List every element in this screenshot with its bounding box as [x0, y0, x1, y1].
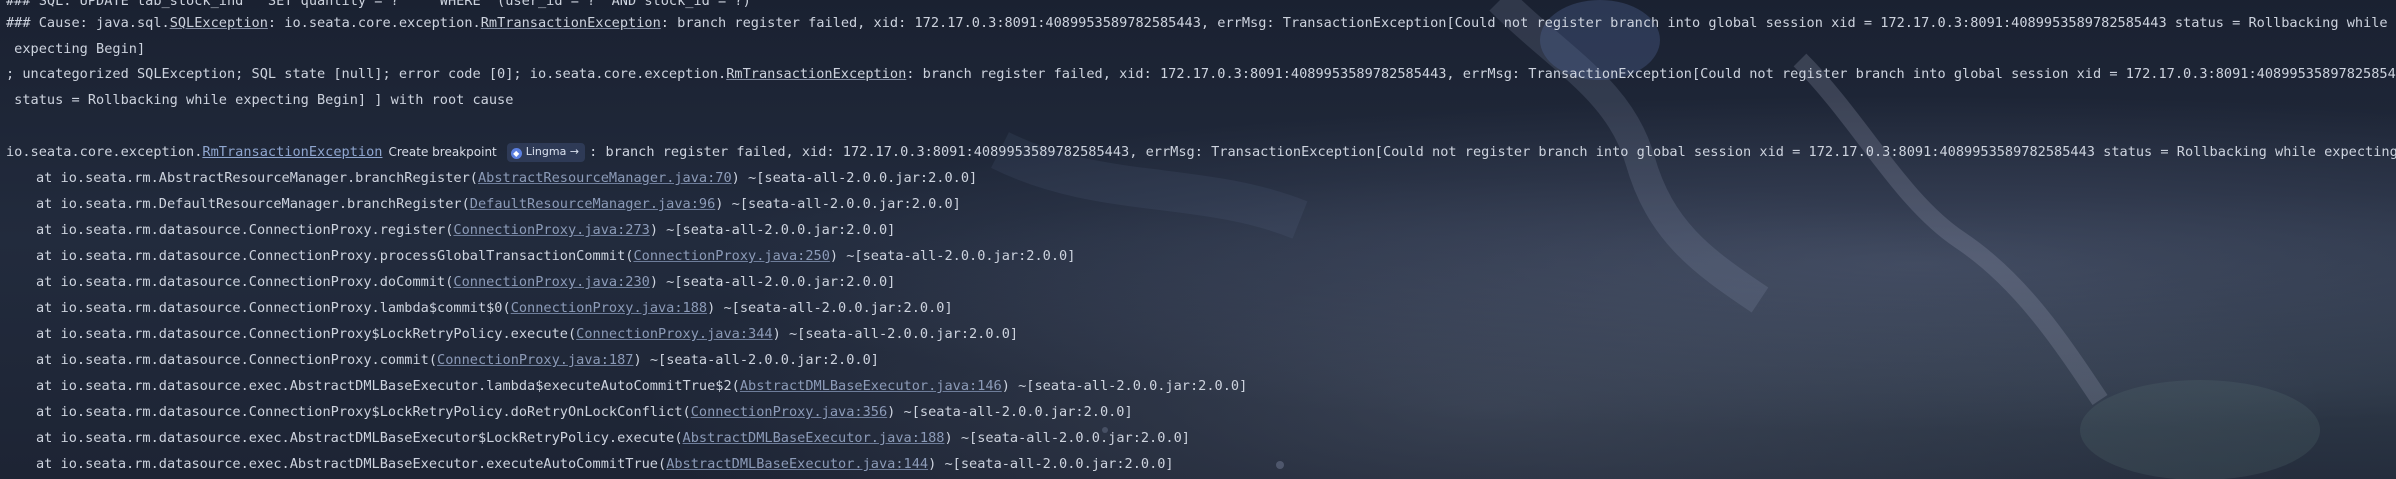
uncategorized-line: ; uncategorized SQLException; SQL state …: [6, 61, 2396, 87]
cause-rest: : branch register failed, xid: 172.17.0.…: [660, 15, 2388, 31]
stack-frame-jar: ) ~[seata-all-2.0.0.jar:2.0.0]: [731, 170, 978, 186]
stack-frame-method: at io.seata.rm.datasource.exec.AbstractD…: [36, 378, 740, 394]
cause-line: ### Cause: java.sql.SQLException: io.sea…: [6, 10, 2388, 36]
stack-frame: at io.seata.rm.DefaultResourceManager.br…: [36, 191, 961, 217]
uncategorized-continuation: status = Rollbacking while expecting Beg…: [6, 92, 514, 108]
source-file-link[interactable]: AbstractDMLBaseExecutor.java:144: [666, 456, 928, 472]
lingma-label: Lingma: [525, 145, 567, 158]
stack-frame-jar: ) ~[seata-all-2.0.0.jar:2.0.0]: [772, 326, 1019, 342]
source-file-link[interactable]: ConnectionProxy.java:273: [453, 222, 649, 238]
arrow-right-icon: →: [569, 145, 580, 158]
source-file-link[interactable]: ConnectionProxy.java:187: [437, 352, 633, 368]
stack-frame-method: at io.seata.rm.datasource.exec.AbstractD…: [36, 430, 683, 446]
source-file-link[interactable]: ConnectionProxy.java:230: [453, 274, 649, 290]
uncategorized-prefix: ; uncategorized SQLException; SQL state …: [6, 66, 727, 82]
exception-class-link[interactable]: RmTransactionException: [202, 144, 382, 160]
stack-frame-jar: ) ~[seata-all-2.0.0.jar:2.0.0]: [649, 222, 896, 238]
cause-prefix: ### Cause: java.sql.: [6, 15, 170, 31]
stack-frame-method: at io.seata.rm.datasource.ConnectionProx…: [36, 404, 691, 420]
lingma-icon: ◆: [510, 148, 522, 159]
source-file-link[interactable]: ConnectionProxy.java:250: [633, 248, 829, 264]
stack-frame-method: at io.seata.rm.DefaultResourceManager.br…: [36, 196, 470, 212]
stack-frame: at io.seata.rm.AbstractResourceManager.b…: [36, 165, 977, 191]
source-file-link[interactable]: ConnectionProxy.java:188: [511, 300, 707, 316]
lingma-button[interactable]: ◆ Lingma →: [506, 143, 586, 162]
stack-frame-jar: ) ~[seata-all-2.0.0.jar:2.0.0]: [928, 456, 1174, 472]
sqlexception-link[interactable]: SQLException: [170, 15, 268, 31]
source-file-link[interactable]: AbstractDMLBaseExecutor.java:146: [740, 378, 1002, 394]
stack-frame-jar: ) ~[seata-all-2.0.0.jar:2.0.0]: [944, 430, 1190, 446]
stack-frame: at io.seata.rm.datasource.ConnectionProx…: [36, 269, 895, 295]
stack-frame-jar: ) ~[seata-all-2.0.0.jar:2.0.0]: [887, 404, 1133, 420]
source-file-link[interactable]: AbstractResourceManager.java:70: [478, 170, 732, 186]
cause-mid: : io.seata.core.exception.: [267, 15, 481, 31]
cause-continuation: expecting Begin]: [6, 41, 146, 57]
source-file-link[interactable]: DefaultResourceManager.java:96: [470, 196, 716, 212]
stack-frame: at io.seata.rm.datasource.ConnectionProx…: [36, 217, 895, 243]
stack-frame-method: at io.seata.rm.datasource.ConnectionProx…: [36, 326, 577, 342]
stack-frame-jar: ) ~[seata-all-2.0.0.jar:2.0.0]: [707, 300, 953, 316]
stack-frame-method: at io.seata.rm.datasource.ConnectionProx…: [36, 248, 634, 264]
stack-frame: at io.seata.rm.datasource.ConnectionProx…: [36, 321, 1018, 347]
stack-frame-method: at io.seata.rm.AbstractResourceManager.b…: [36, 170, 478, 186]
stack-frame-method: at io.seata.rm.datasource.ConnectionProx…: [36, 352, 438, 368]
stack-frame-jar: ) ~[seata-all-2.0.0.jar:2.0.0]: [633, 352, 879, 368]
stack-frame: at io.seata.rm.datasource.ConnectionProx…: [36, 399, 1133, 425]
stack-frame-method: at io.seata.rm.datasource.ConnectionProx…: [36, 300, 511, 316]
cause-continuation-line: expecting Begin]: [6, 36, 145, 62]
stack-frame-jar: ) ~[seata-all-2.0.0.jar:2.0.0]: [649, 274, 896, 290]
exception-line: io.seata.core.exception.RmTransactionExc…: [6, 139, 2396, 165]
uncategorized-rest: : branch register failed, xid: 172.17.0.…: [906, 66, 2396, 82]
source-file-link[interactable]: ConnectionProxy.java:344: [576, 326, 772, 342]
source-file-link[interactable]: AbstractDMLBaseExecutor.java:188: [683, 430, 945, 446]
stack-frame: at io.seata.rm.datasource.exec.AbstractD…: [36, 425, 1190, 451]
sql-header-text: ### SQL: UPDATE tab_stock_ind SET quanti…: [6, 0, 751, 9]
console-output: ### SQL: UPDATE tab_stock_ind SET quanti…: [0, 0, 2396, 479]
stack-frame-jar: ) ~[seata-all-2.0.0.jar:2.0.0]: [1001, 378, 1248, 394]
stack-frame: at io.seata.rm.datasource.ConnectionProx…: [36, 295, 953, 321]
exception-package: io.seata.core.exception.: [6, 144, 203, 160]
stack-frame-jar: ) ~[seata-all-2.0.0.jar:2.0.0]: [715, 196, 961, 212]
stack-frame: at io.seata.rm.datasource.exec.AbstractD…: [36, 451, 1174, 477]
stack-frame: at io.seata.rm.datasource.ConnectionProx…: [36, 243, 1075, 269]
stack-frame: at io.seata.rm.datasource.exec.AbstractD…: [36, 373, 1247, 399]
stack-frame: at io.seata.rm.datasource.ConnectionProx…: [36, 347, 879, 373]
stack-frame-jar: ) ~[seata-all-2.0.0.jar:2.0.0]: [829, 248, 1076, 264]
rmtransactionexception-link[interactable]: RmTransactionException: [726, 66, 906, 82]
uncategorized-continuation-line: status = Rollbacking while expecting Beg…: [6, 87, 513, 113]
stack-frame-method: at io.seata.rm.datasource.ConnectionProx…: [36, 274, 454, 290]
source-file-link[interactable]: ConnectionProxy.java:356: [691, 404, 887, 420]
create-breakpoint-button[interactable]: Create breakpoint: [388, 145, 496, 159]
rmtransactionexception-link[interactable]: RmTransactionException: [481, 15, 661, 31]
stack-frame-method: at io.seata.rm.datasource.ConnectionProx…: [36, 222, 454, 238]
exception-message: : branch register failed, xid: 172.17.0.…: [589, 144, 2396, 160]
stack-frame-method: at io.seata.rm.datasource.exec.AbstractD…: [36, 456, 667, 472]
